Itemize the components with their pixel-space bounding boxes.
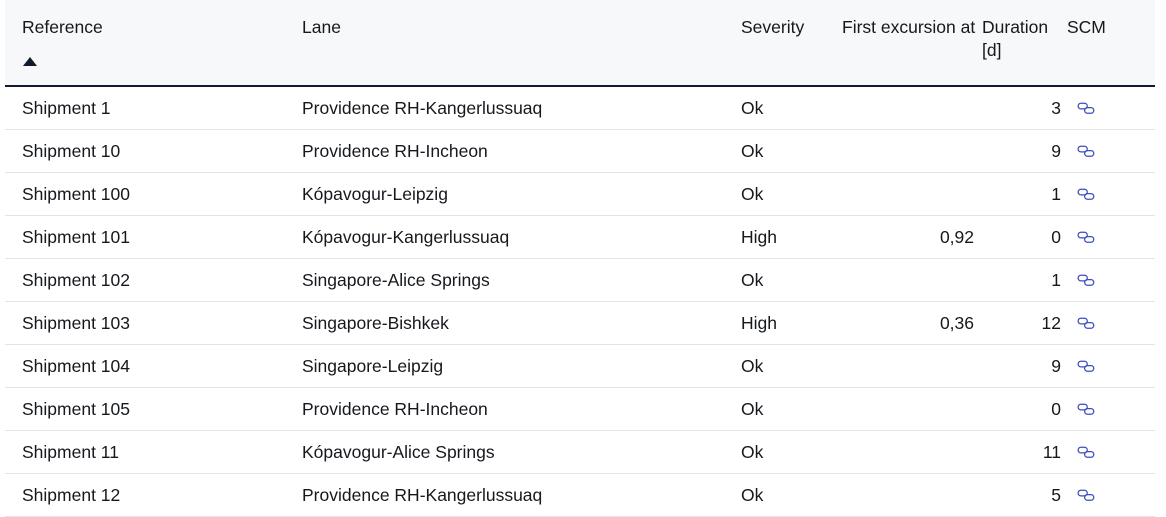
chain-link-icon[interactable] (1077, 102, 1096, 117)
column-header-reference[interactable]: Reference (5, 0, 302, 87)
cell-first-excursion-at (842, 172, 982, 216)
cell-duration: 1 (982, 258, 1067, 302)
cell-scm (1067, 344, 1155, 388)
table-row[interactable]: Shipment 11 Kópavogur-Alice Springs Ok 1… (5, 430, 1155, 474)
cell-severity: Ok (741, 129, 842, 173)
cell-first-excursion-at (842, 86, 982, 130)
chain-link-icon[interactable] (1077, 317, 1096, 332)
cell-first-excursion-at (842, 344, 982, 388)
cell-first-excursion-at: 0,92 (842, 215, 982, 259)
cell-reference: Shipment 102 (5, 258, 302, 302)
table-row[interactable]: Shipment 12 Providence RH-Kangerlussuaq … (5, 473, 1155, 517)
cell-severity: High (741, 301, 842, 345)
cell-lane: Singapore-Alice Springs (302, 258, 741, 302)
column-header-first-excursion-at[interactable]: First excursion at (842, 0, 982, 87)
cell-reference: Shipment 101 (5, 215, 302, 259)
cell-severity: Ok (741, 344, 842, 388)
cell-first-excursion-at (842, 129, 982, 173)
column-header-scm[interactable]: SCM (1067, 0, 1155, 87)
cell-scm (1067, 215, 1155, 259)
cell-scm (1067, 172, 1155, 216)
cell-severity: Ok (741, 430, 842, 474)
cell-scm (1067, 473, 1155, 517)
cell-reference: Shipment 1 (5, 86, 302, 130)
table-row[interactable]: Shipment 102 Singapore-Alice Springs Ok … (5, 258, 1155, 302)
sort-ascending-triangle-icon[interactable] (23, 57, 37, 66)
cell-reference: Shipment 105 (5, 387, 302, 431)
cell-lane: Providence RH-Kangerlussuaq (302, 86, 741, 130)
table-row[interactable]: Shipment 1 Providence RH-Kangerlussuaq O… (5, 86, 1155, 130)
column-header-severity-label: Severity (741, 17, 805, 37)
column-header-severity[interactable]: Severity (741, 0, 842, 87)
shipments-table: Reference Lane Severity First excursion … (5, 0, 1155, 517)
cell-duration: 3 (982, 86, 1067, 130)
cell-duration: 5 (982, 473, 1067, 517)
cell-lane: Kópavogur-Kangerlussuaq (302, 215, 741, 259)
chain-link-icon[interactable] (1077, 403, 1096, 418)
cell-reference: Shipment 12 (5, 473, 302, 517)
shipments-table-container: Reference Lane Severity First excursion … (0, 0, 1166, 517)
table-body: Shipment 1 Providence RH-Kangerlussuaq O… (5, 86, 1155, 517)
cell-first-excursion-at (842, 430, 982, 474)
cell-lane: Providence RH-Incheon (302, 129, 741, 173)
column-header-duration-label: Duration [d] (982, 17, 1049, 60)
cell-reference: Shipment 103 (5, 301, 302, 345)
cell-lane: Kópavogur-Leipzig (302, 172, 741, 216)
cell-first-excursion-at (842, 258, 982, 302)
table-row[interactable]: Shipment 103 Singapore-Bishkek High 0,36… (5, 301, 1155, 345)
cell-severity: Ok (741, 258, 842, 302)
cell-severity: Ok (741, 473, 842, 517)
table-row[interactable]: Shipment 105 Providence RH-Incheon Ok 0 (5, 387, 1155, 431)
cell-scm (1067, 430, 1155, 474)
cell-severity: Ok (741, 86, 842, 130)
cell-lane: Providence RH-Kangerlussuaq (302, 473, 741, 517)
cell-lane: Singapore-Leipzig (302, 344, 741, 388)
table-row[interactable]: Shipment 10 Providence RH-Incheon Ok 9 (5, 129, 1155, 173)
cell-first-excursion-at: 0,36 (842, 301, 982, 345)
cell-scm (1067, 86, 1155, 130)
cell-scm (1067, 301, 1155, 345)
chain-link-icon[interactable] (1077, 188, 1096, 203)
cell-lane: Providence RH-Incheon (302, 387, 741, 431)
cell-first-excursion-at (842, 387, 982, 431)
cell-severity: High (741, 215, 842, 259)
cell-duration: 11 (982, 430, 1067, 474)
chain-link-icon[interactable] (1077, 145, 1096, 160)
table-header-row: Reference Lane Severity First excursion … (5, 0, 1155, 87)
column-header-lane[interactable]: Lane (302, 0, 741, 87)
cell-scm (1067, 258, 1155, 302)
cell-severity: Ok (741, 172, 842, 216)
column-header-scm-label: SCM (1067, 17, 1106, 37)
table-row[interactable]: Shipment 101 Kópavogur-Kangerlussuaq Hig… (5, 215, 1155, 259)
table-header: Reference Lane Severity First excursion … (5, 0, 1155, 87)
cell-lane: Singapore-Bishkek (302, 301, 741, 345)
cell-scm (1067, 129, 1155, 173)
cell-duration: 12 (982, 301, 1067, 345)
column-header-duration[interactable]: Duration [d] (982, 0, 1067, 87)
table-row[interactable]: Shipment 104 Singapore-Leipzig Ok 9 (5, 344, 1155, 388)
column-header-reference-label: Reference (22, 17, 103, 37)
cell-duration: 0 (982, 215, 1067, 259)
chain-link-icon[interactable] (1077, 274, 1096, 289)
cell-first-excursion-at (842, 473, 982, 517)
chain-link-icon[interactable] (1077, 489, 1096, 504)
cell-reference: Shipment 10 (5, 129, 302, 173)
cell-severity: Ok (741, 387, 842, 431)
cell-duration: 1 (982, 172, 1067, 216)
column-header-first-excursion-at-label: First excursion at (842, 17, 976, 37)
cell-reference: Shipment 11 (5, 430, 302, 474)
column-header-lane-label: Lane (302, 17, 341, 37)
cell-duration: 9 (982, 344, 1067, 388)
cell-scm (1067, 387, 1155, 431)
cell-lane: Kópavogur-Alice Springs (302, 430, 741, 474)
table-row[interactable]: Shipment 100 Kópavogur-Leipzig Ok 1 (5, 172, 1155, 216)
cell-duration: 9 (982, 129, 1067, 173)
cell-reference: Shipment 104 (5, 344, 302, 388)
cell-duration: 0 (982, 387, 1067, 431)
chain-link-icon[interactable] (1077, 446, 1096, 461)
cell-reference: Shipment 100 (5, 172, 302, 216)
chain-link-icon[interactable] (1077, 360, 1096, 375)
chain-link-icon[interactable] (1077, 231, 1096, 246)
